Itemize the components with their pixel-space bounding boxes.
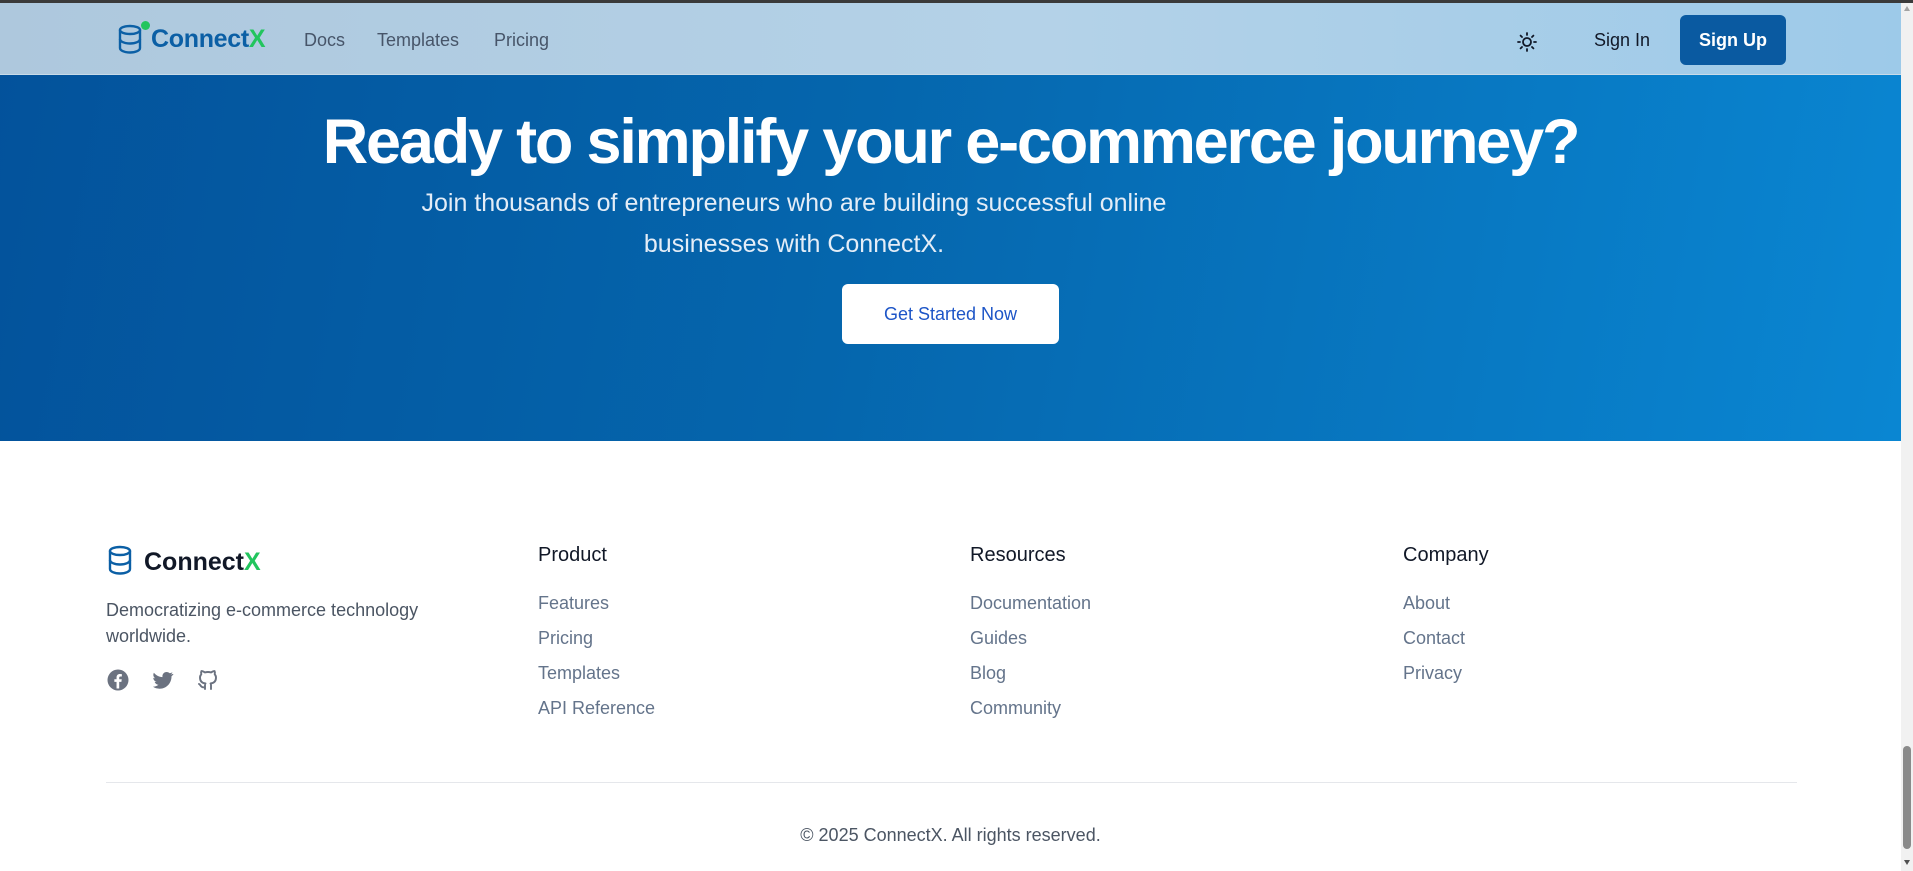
scroll-down-arrow-icon[interactable]: [1904, 860, 1910, 865]
sign-up-button[interactable]: Sign Up: [1680, 15, 1786, 65]
copyright-text: © 2025 ConnectX. All rights reserved.: [800, 825, 1101, 845]
footer-brand-name: ConnectX: [144, 548, 261, 576]
footer-divider: [106, 782, 1797, 783]
top-navbar: ConnectX Docs Templates Pricing Sign In …: [0, 3, 1901, 75]
sign-in-link[interactable]: Sign In: [1594, 30, 1650, 51]
twitter-icon[interactable]: [151, 668, 175, 692]
footer-heading-company: Company: [1403, 544, 1489, 566]
brand-name: ConnectX: [151, 24, 266, 53]
footer-link-community[interactable]: Community: [970, 698, 1061, 719]
scroll-up-arrow-icon[interactable]: [1904, 6, 1910, 11]
footer-brand-logo[interactable]: ConnectX: [106, 544, 261, 581]
hero-title: Ready to simplify your e-commerce journe…: [322, 107, 1581, 177]
get-started-button[interactable]: Get Started Now: [842, 284, 1059, 344]
scrollbar-thumb[interactable]: [1903, 746, 1911, 849]
nav-link-docs[interactable]: Docs: [304, 30, 345, 51]
database-icon: [106, 544, 134, 581]
footer-link-api-reference[interactable]: API Reference: [538, 698, 655, 719]
status-dot: [141, 21, 150, 30]
nav-link-pricing[interactable]: Pricing: [494, 30, 549, 51]
footer-heading-product: Product: [538, 544, 607, 566]
footer-link-about[interactable]: About: [1403, 593, 1450, 614]
footer-link-contact[interactable]: Contact: [1403, 628, 1465, 649]
facebook-icon[interactable]: [106, 668, 130, 692]
nav-link-templates[interactable]: Templates: [377, 30, 459, 51]
footer-link-templates[interactable]: Templates: [538, 663, 620, 684]
github-icon[interactable]: [196, 668, 220, 692]
hero-subtitle: Join thousands of entrepreneurs who are …: [421, 189, 1167, 258]
sun-icon[interactable]: [1515, 30, 1539, 54]
page-scrollbar[interactable]: [1901, 3, 1913, 871]
database-icon: [117, 21, 150, 55]
footer-link-guides[interactable]: Guides: [970, 628, 1027, 649]
footer-heading-resources: Resources: [970, 544, 1066, 566]
brand-logo[interactable]: ConnectX: [117, 21, 266, 55]
footer-tagline: Democratizing e-commerce technology worl…: [106, 600, 419, 646]
footer-link-features[interactable]: Features: [538, 593, 609, 614]
footer-link-pricing[interactable]: Pricing: [538, 628, 593, 649]
footer-link-blog[interactable]: Blog: [970, 663, 1006, 684]
footer-link-privacy[interactable]: Privacy: [1403, 663, 1462, 684]
footer-link-documentation[interactable]: Documentation: [970, 593, 1091, 614]
